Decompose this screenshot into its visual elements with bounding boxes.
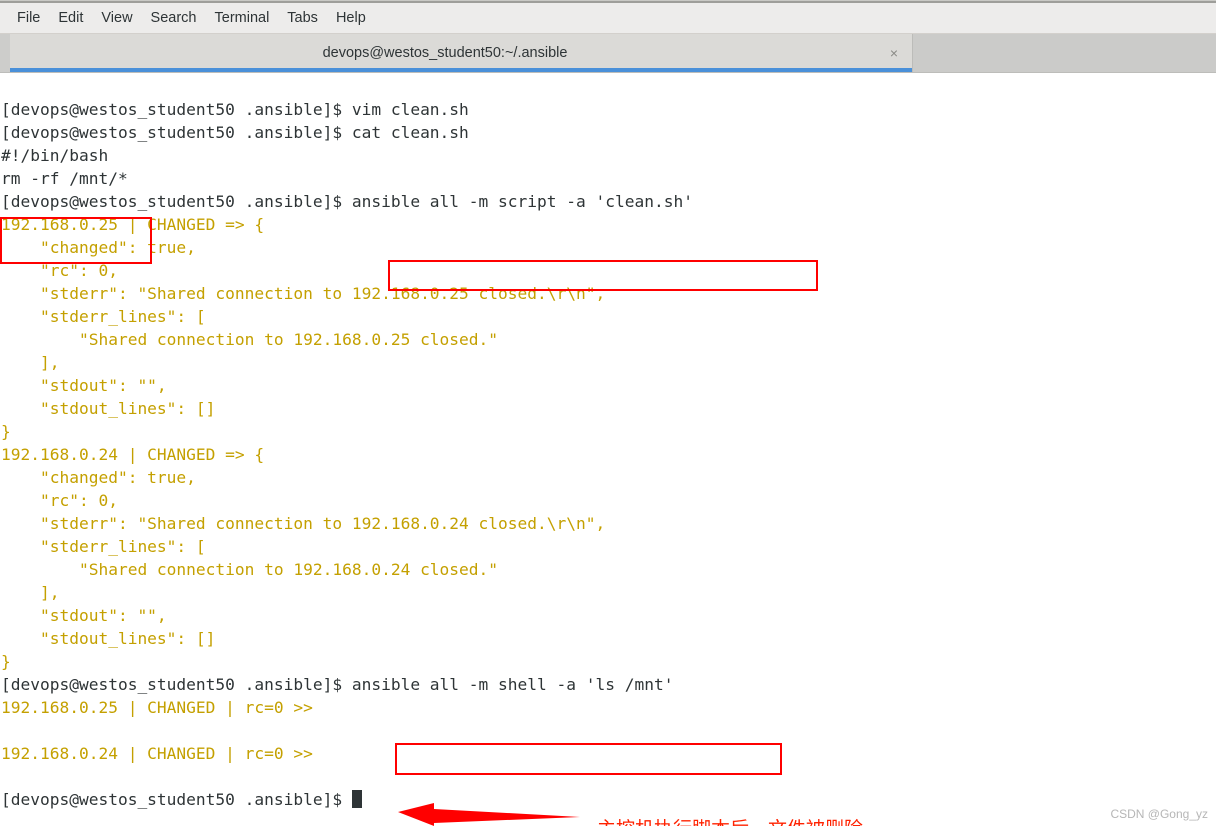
terminal-line: "Shared connection to 192.168.0.25 close…: [1, 330, 499, 349]
terminal-line: }: [1, 422, 11, 441]
terminal-output-area[interactable]: [devops@westos_student50 .ansible]$ vim …: [0, 73, 1216, 826]
terminal-line: [devops@westos_student50 .ansible]$ vim …: [1, 100, 469, 119]
tab-active-terminal[interactable]: devops@westos_student50:~/.ansible ×: [10, 34, 912, 72]
menu-tabs[interactable]: Tabs: [278, 8, 327, 28]
menu-edit[interactable]: Edit: [49, 8, 92, 28]
terminal-line: "stdout_lines": []: [1, 629, 216, 648]
terminal-line: 192.168.0.25 | CHANGED | rc=0 >>: [1, 698, 313, 717]
terminal-line: "stdout": "",: [1, 376, 167, 395]
terminal-line: }: [1, 652, 11, 671]
terminal-line: "changed": true,: [1, 238, 196, 257]
annotation-note-text: 主控机执行脚本后，文件被删除: [597, 814, 863, 826]
terminal-line: "rc": 0,: [1, 491, 118, 510]
annotation-arrow-icon: [398, 803, 580, 826]
tab-title: devops@westos_student50:~/.ansible: [322, 45, 568, 61]
terminal-line: [devops@westos_student50 .ansible]$ cat …: [1, 123, 469, 142]
terminal-line: "stderr_lines": [: [1, 307, 206, 326]
terminal-line: 192.168.0.24 | CHANGED | rc=0 >>: [1, 744, 313, 763]
terminal-line: [devops@westos_student50 .ansible]$ ansi…: [1, 192, 693, 211]
terminal-line: "stderr": "Shared connection to 192.168.…: [1, 284, 606, 303]
terminal-line: [devops@westos_student50 .ansible]$ ansi…: [1, 675, 674, 694]
menu-search[interactable]: Search: [142, 8, 206, 28]
terminal-line: "stdout_lines": []: [1, 399, 216, 418]
watermark-label: CSDN @Gong_yz: [1110, 807, 1208, 821]
terminal-window-chrome: File Edit View Search Terminal Tabs Help…: [0, 0, 1216, 73]
tab-bar: devops@westos_student50:~/.ansible ×: [0, 34, 1216, 73]
menu-help[interactable]: Help: [327, 8, 375, 28]
menu-view[interactable]: View: [92, 8, 141, 28]
terminal-line: [devops@westos_student50 .ansible]$: [1, 788, 693, 811]
menu-file[interactable]: File: [8, 8, 49, 28]
tab-strip-right-spacer: [912, 34, 1216, 72]
terminal-line: "stderr": "Shared connection to 192.168.…: [1, 514, 606, 533]
terminal-line: "rc": 0,: [1, 261, 118, 280]
terminal-line: ],: [1, 353, 60, 372]
terminal-line: "Shared connection to 192.168.0.24 close…: [1, 560, 499, 579]
terminal-line: #!/bin/bash: [1, 146, 109, 165]
terminal-line: ],: [1, 583, 60, 602]
terminal-line: "stdout": "",: [1, 606, 167, 625]
tab-active-underline: [10, 68, 912, 72]
terminal-cursor: [351, 790, 362, 808]
close-icon[interactable]: ×: [886, 45, 902, 61]
terminal-line: 192.168.0.25 | CHANGED => {: [1, 215, 265, 234]
menu-terminal[interactable]: Terminal: [206, 8, 279, 28]
tab-strip-left-spacer: [0, 34, 10, 72]
terminal-line-list: [devops@westos_student50 .ansible]$ vim …: [1, 98, 693, 811]
terminal-line: 192.168.0.24 | CHANGED => {: [1, 445, 265, 464]
menu-bar: File Edit View Search Terminal Tabs Help: [0, 3, 1216, 34]
terminal-line: "stderr_lines": [: [1, 537, 206, 556]
terminal-line: "changed": true,: [1, 468, 196, 487]
terminal-line: rm -rf /mnt/*: [1, 169, 128, 188]
